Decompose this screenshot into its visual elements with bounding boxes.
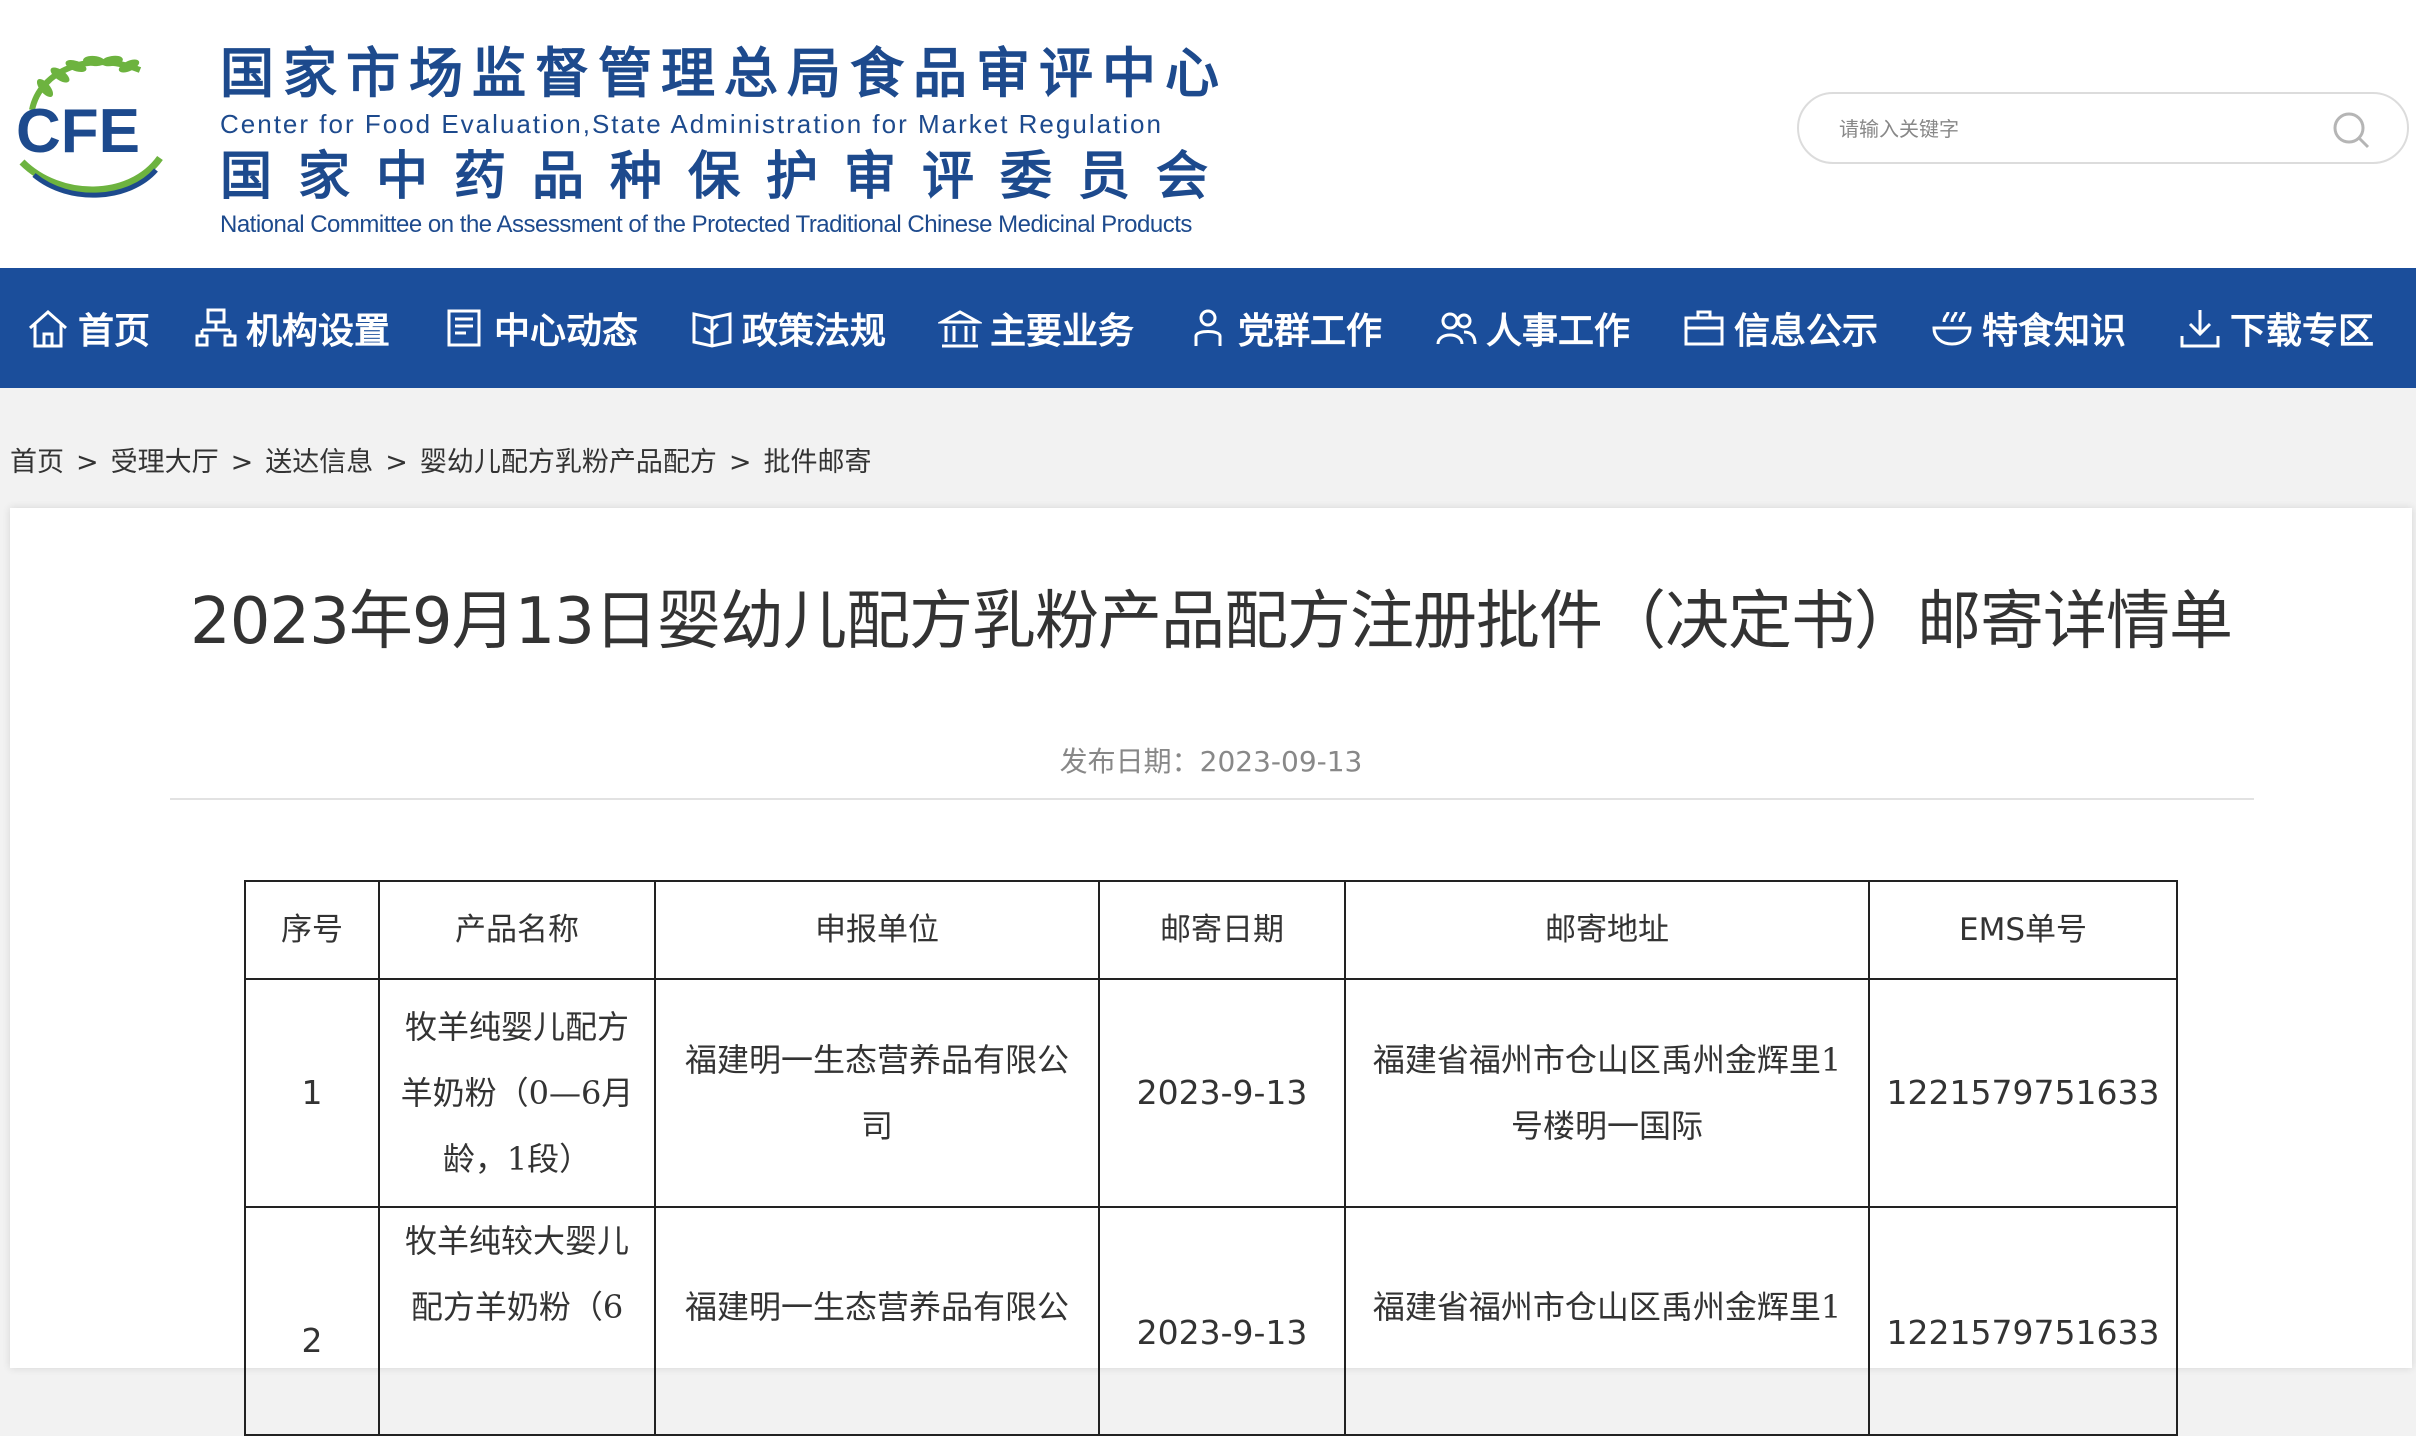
cell-company: 福建明一生态营养品有限公 司 [654,978,1100,1208]
nav-item-label: 中心动态 [494,311,639,352]
cell-line: 牧羊纯较大婴儿 [404,1222,629,1260]
nav-item-label: 主要业务 [990,311,1135,352]
article-card: 2023年9月13日婴幼儿配方乳粉产品配方注册批件（决定书）邮寄详情单 发布日期… [10,508,2412,1436]
cell-date: 2023-9-13 [1098,1206,1346,1436]
cell-line: 牧羊纯婴儿配方 [404,1008,629,1046]
cell-line: 福建明一生态营养品有限公 [684,1288,1069,1326]
site-title-en: Center for Food Evaluation,State Adminis… [220,109,1163,139]
search-icon[interactable] [2331,110,2371,150]
cell-line: 配方羊奶粉（6 [410,1288,624,1326]
breadcrumb-hall[interactable]: 受理大厅 [111,440,219,479]
nav-item-label: 信息公示 [1734,311,1879,352]
briefcase-icon [1684,310,1724,346]
nav-item-party[interactable]: 党群工作 [1186,268,1382,388]
site-subtitle-cn: 国家中药品种保护审评委员会 [220,146,1235,207]
table-row: 1 牧羊纯婴儿配方 羊奶粉（0—6月 龄，1段） 福建明一生态营养品有限公 司 … [244,978,2178,1208]
nav-item-food[interactable]: 特食知识 [1930,268,2126,388]
breadcrumb-separator: > [230,447,254,478]
col-header-company: 申报单位 [654,880,1100,980]
publish-date: 发布日期：2023-09-13 [10,740,2412,780]
nav-item-label: 下载专区 [2230,311,2375,352]
col-header-ems: EMS单号 [1868,880,2178,980]
download-icon [2180,310,2220,348]
cell-address: 福建省福州市仓山区禹州金辉里1 [1344,1206,1870,1436]
main-nav: 首页 机构设置 中心动态 政策法规 主要业务 党群工作 人事工作 信息公示 特食… [0,268,2416,388]
nav-item-label: 特食知识 [1982,311,2127,352]
cell-line: 福建省福州市仓山区禹州金辉里1 [1372,1041,1842,1079]
col-header-address: 邮寄地址 [1344,880,1870,980]
cell-ems: 1221579751633 [1868,978,2178,1208]
nav-item-download[interactable]: 下载专区 [2178,268,2374,388]
site-header: CFE 国家市场监督管理总局食品审评中心 Center for Food Eva… [0,0,2416,268]
mailing-table: 序号 产品名称 申报单位 邮寄日期 邮寄地址 EMS单号 1 牧羊纯婴儿配方 羊… [244,880,2178,1436]
table-header-row: 序号 产品名称 申报单位 邮寄日期 邮寄地址 EMS单号 [244,880,2178,980]
breadcrumb-mailing[interactable]: 批件邮寄 [764,440,872,479]
site-title-block: 国家市场监督管理总局食品审评中心 Center for Food Evaluat… [220,38,1234,240]
cfe-logo[interactable]: CFE [10,40,170,205]
nav-item-hr[interactable]: 人事工作 [1434,268,1630,388]
news-icon [447,309,481,347]
cell-address: 福建省福州市仓山区禹州金辉里1 号楼明一国际 [1344,978,1870,1208]
nav-item-news[interactable]: 中心动态 [442,268,638,388]
cell-date: 2023-9-13 [1098,978,1346,1208]
col-header-date: 邮寄日期 [1098,880,1346,980]
book-icon [692,312,732,348]
nav-item-label: 机构设置 [246,311,391,352]
publish-date-value: 2023-09-13 [1199,745,1363,778]
nav-item-label: 党群工作 [1238,311,1383,352]
search-box [1797,92,2409,164]
breadcrumb: 首页 > 受理大厅 > 送达信息 > 婴幼儿配方乳粉产品配方 > 批件邮寄 [10,440,872,479]
cell-company: 福建明一生态营养品有限公 [654,1206,1100,1436]
people-icon [1436,312,1477,345]
cell-seq: 2 [244,1206,380,1436]
nav-item-policy[interactable]: 政策法规 [690,268,886,388]
publish-date-label: 发布日期： [1059,745,1200,778]
title-divider [170,798,2254,800]
cell-product: 牧羊纯较大婴儿 配方羊奶粉（6 [378,1206,656,1436]
cell-line: 龄，1段） [442,1140,592,1178]
cell-line: 福建明一生态营养品有限公 [684,1041,1069,1079]
breadcrumb-delivery[interactable]: 送达信息 [265,440,373,479]
cell-line: 福建省福州市仓山区禹州金辉里1 [1372,1288,1842,1326]
nav-item-label: 政策法规 [742,311,887,352]
breadcrumb-separator: > [728,447,752,478]
nav-item-org[interactable]: 机构设置 [194,268,390,388]
cell-ems: 1221579751633 [1868,1206,2178,1436]
org-chart-icon [195,308,237,347]
home-icon [29,309,67,348]
breadcrumb-home[interactable]: 首页 [10,440,64,479]
cell-line: 号楼明一国际 [1510,1107,1703,1145]
site-subtitle-en: National Committee on the Assessment of … [220,211,1192,238]
nav-item-label: 人事工作 [1486,311,1631,352]
nav-item-label: 首页 [78,311,151,352]
search-input[interactable] [1837,108,2321,150]
breadcrumb-separator: > [76,447,99,478]
cell-line: 司 [860,1107,893,1145]
person-icon [1194,309,1222,346]
nav-item-home[interactable]: 首页 [26,268,150,388]
food-bowl-icon [1932,311,1972,346]
building-icon [938,310,982,348]
breadcrumb-infant-formula[interactable]: 婴幼儿配方乳粉产品配方 [420,440,717,479]
nav-item-info[interactable]: 信息公示 [1682,268,1878,388]
table-row: 2 牧羊纯较大婴儿 配方羊奶粉（6 福建明一生态营养品有限公 2023-9-13… [244,1206,2178,1436]
cell-seq: 1 [244,978,380,1208]
cell-line: 羊奶粉（0—6月 [400,1074,634,1112]
cell-product: 牧羊纯婴儿配方 羊奶粉（0—6月 龄，1段） [378,978,656,1208]
svg-text:CFE: CFE [16,97,140,166]
col-header-seq: 序号 [244,880,380,980]
site-title-cn: 国家市场监督管理总局食品审评中心 [220,41,1228,105]
breadcrumb-separator: > [385,447,408,478]
article-title: 2023年9月13日婴幼儿配方乳粉产品配方注册批件（决定书）邮寄详情单 [189,585,2233,659]
col-header-product: 产品名称 [378,880,656,980]
nav-item-business[interactable]: 主要业务 [938,268,1134,388]
